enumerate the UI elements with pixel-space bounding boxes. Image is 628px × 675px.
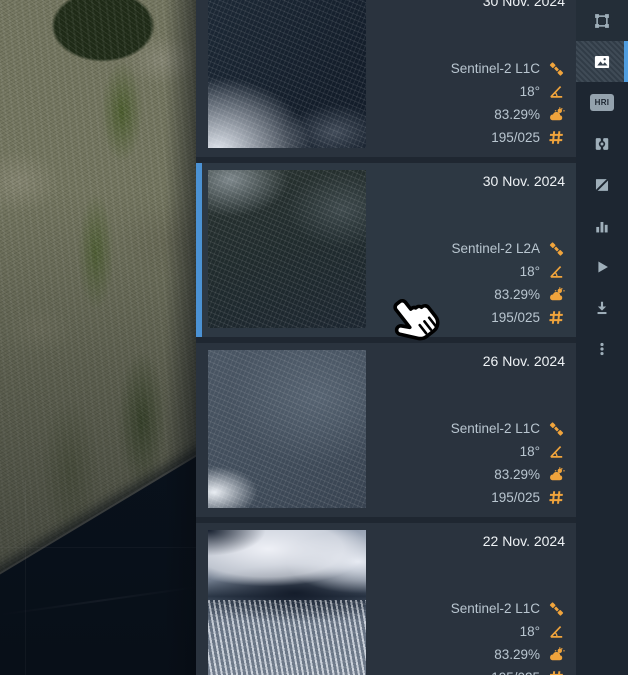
sidebar-item-compare[interactable] [576,123,628,164]
map-shade-overlay [0,0,196,675]
tile-label: 195/025 [491,490,540,505]
satellite-icon [548,600,565,617]
sun-elevation-label: 18° [520,624,540,639]
result-item[interactable]: 30 Nov. 2024 Sentinel-2 L1C 18° 83.29% 1… [196,0,576,157]
commercial-data-icon [593,176,611,194]
sidebar-item-hri[interactable]: HRI [576,82,628,123]
statistics-icon [593,217,611,235]
results-panel: 30 Nov. 2024 Sentinel-2 L1C 18° 83.29% 1… [196,0,576,675]
result-item[interactable]: 30 Nov. 2024 Sentinel-2 L2A 18° 83.29% 1… [196,163,576,337]
result-date: 26 Nov. 2024 [483,353,565,369]
cloud-coverage-icon [548,466,565,483]
angle-icon [548,443,565,460]
tile-label: 195/025 [491,310,540,325]
result-metadata: Sentinel-2 L1C 18° 83.29% 195/025 [451,57,565,149]
angle-icon [548,83,565,100]
tile-grid-icon [548,669,565,675]
cloud-coverage-label: 83.29% [494,107,540,122]
play-icon [593,258,611,276]
hri-icon: HRI [590,94,614,111]
sidebar-item-download[interactable] [576,287,628,328]
result-date: 30 Nov. 2024 [483,173,565,189]
sidebar-item-play[interactable] [576,246,628,287]
satellite-browser-app: 30 Nov. 2024 Sentinel-2 L1C 18° 83.29% 1… [0,0,628,675]
sun-elevation-label: 18° [520,84,540,99]
download-icon [593,299,611,317]
selected-indicator [196,163,202,337]
source-label: Sentinel-2 L2A [451,241,540,256]
result-item[interactable]: 26 Nov. 2024 Sentinel-2 L1C 18° 83.29% 1… [196,343,576,517]
angle-icon [548,263,565,280]
tile-grid-icon [548,489,565,506]
satellite-icon [548,60,565,77]
cloud-coverage-label: 83.29% [494,647,540,662]
sidebar-item-more-options[interactable] [576,328,628,369]
satellite-icon [548,240,565,257]
tile-grid-icon [548,309,565,326]
tile-grid-icon [548,129,565,146]
result-thumbnail[interactable] [208,0,366,148]
tools-sidebar: HRI [576,0,628,675]
kebab-menu-icon [593,340,611,358]
thumbnail-texture [208,0,366,148]
result-thumbnail[interactable] [208,530,366,675]
angle-icon [548,623,565,640]
sidebar-item-images[interactable] [576,41,628,82]
source-label: Sentinel-2 L1C [451,61,540,76]
result-metadata: Sentinel-2 L2A 18° 83.29% 195/025 [451,237,565,329]
cloud-coverage-icon [548,106,565,123]
sun-elevation-label: 18° [520,264,540,279]
result-date: 22 Nov. 2024 [483,533,565,549]
map-area[interactable] [0,0,196,675]
source-label: Sentinel-2 L1C [451,601,540,616]
sidebar-item-commercial-data[interactable] [576,164,628,205]
cloud-coverage-icon [548,646,565,663]
cloud-coverage-label: 83.29% [494,287,540,302]
thumbnail-texture [208,170,366,328]
result-thumbnail[interactable] [208,350,366,508]
result-thumbnail[interactable] [208,170,366,328]
source-label: Sentinel-2 L1C [451,421,540,436]
area-select-icon [593,12,611,30]
cloud-coverage-icon [548,286,565,303]
sun-elevation-label: 18° [520,444,540,459]
tile-label: 195/025 [491,130,540,145]
thumbnail-texture [208,350,366,508]
satellite-icon [548,420,565,437]
result-date: 30 Nov. 2024 [483,0,565,9]
compare-icon [593,135,611,153]
result-metadata: Sentinel-2 L1C 18° 83.29% 195/025 [451,597,565,675]
result-item[interactable]: 22 Nov. 2024 Sentinel-2 L1C 18° 83.29% 1… [196,523,576,675]
result-metadata: Sentinel-2 L1C 18° 83.29% 195/025 [451,417,565,509]
tile-label: 195/025 [491,670,540,675]
thumbnail-texture [208,600,366,675]
sidebar-item-statistics[interactable] [576,205,628,246]
images-icon [593,53,611,71]
cloud-coverage-label: 83.29% [494,467,540,482]
sidebar-item-area-select[interactable] [576,0,628,41]
